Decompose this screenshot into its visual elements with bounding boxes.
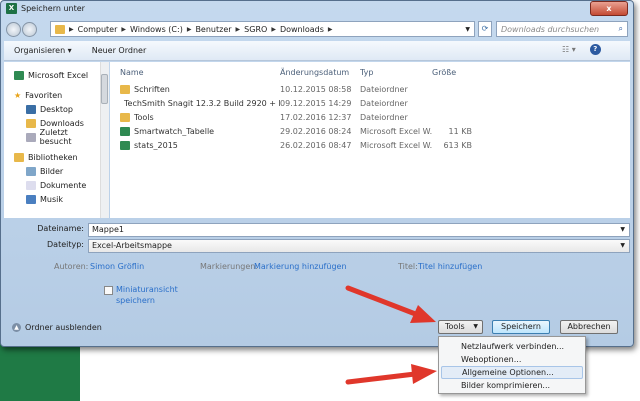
red-arrow-to-general-options [345,364,437,385]
red-arrow-to-tools [345,285,436,323]
annotation-arrows [345,285,437,385]
